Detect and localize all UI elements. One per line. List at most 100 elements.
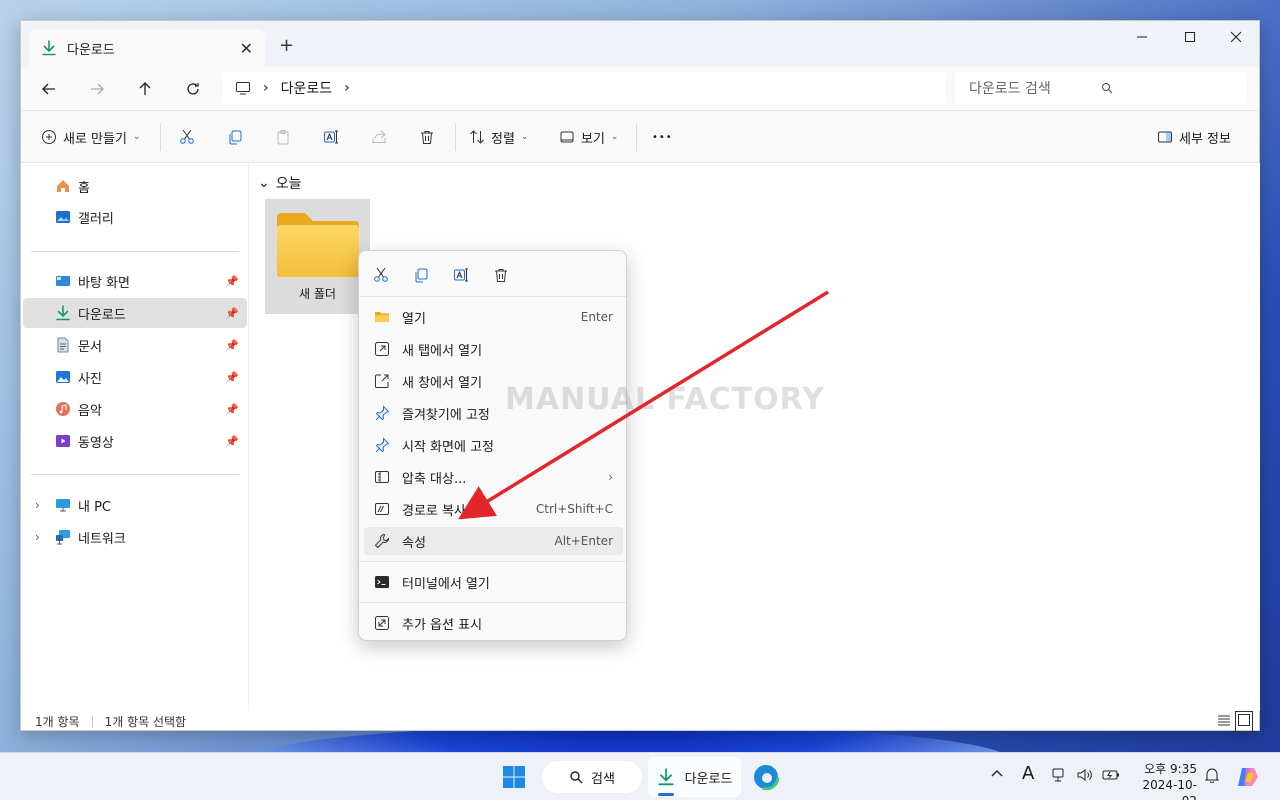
copy-icon (229, 130, 242, 145)
breadcrumb-chevron-icon[interactable]: › (263, 80, 269, 96)
menu-item-open-new-window[interactable]: 새 창에서 열기 (364, 367, 623, 395)
sort-icon (470, 130, 484, 144)
menu-item-open[interactable]: 열기 Enter (364, 303, 623, 331)
back-button[interactable] (33, 75, 65, 103)
menu-item-label: 새 탭에서 열기 (402, 343, 483, 359)
folder-name: 새 폴더 (299, 287, 336, 301)
menu-item-pin-quick-access[interactable]: 즐겨찾기에 고정 (364, 399, 623, 427)
copy-button[interactable] (409, 263, 433, 287)
search-input[interactable]: 다운로드 검색 (969, 78, 1101, 98)
pin-icon[interactable]: 📌 (225, 339, 239, 352)
pin-icon[interactable]: 📌 (225, 275, 239, 288)
music-icon (56, 402, 70, 416)
delete-button[interactable] (489, 263, 513, 287)
paste-button[interactable] (275, 121, 291, 153)
taskbar-app-explorer[interactable]: 다운로드 (648, 757, 741, 797)
rename-button[interactable] (323, 121, 339, 153)
chevron-up-icon (991, 770, 1003, 777)
maximize-button[interactable] (1167, 21, 1213, 53)
tab-downloads[interactable]: 다운로드 ✕ (29, 29, 265, 67)
address-bar[interactable]: › 다운로드 › (223, 72, 945, 104)
open-new-window-icon (375, 374, 389, 388)
battery-status[interactable] (1102, 767, 1120, 783)
sidebar-item-videos[interactable]: 동영상 📌 (23, 426, 247, 456)
sidebar-item-network[interactable]: › 네트워크 (23, 522, 247, 552)
breadcrumb-chevron-icon[interactable]: › (344, 80, 350, 96)
download-icon (56, 305, 70, 321)
menu-item-properties[interactable]: 속성 Alt+Enter (364, 527, 623, 555)
view-button[interactable]: 보기 ⌄ (559, 121, 618, 153)
details-view-button[interactable] (1217, 713, 1231, 730)
chevron-right-icon[interactable]: › (35, 530, 40, 544)
rename-button[interactable] (449, 263, 473, 287)
bell-icon (1205, 768, 1219, 783)
menu-item-label: 즐겨찾기에 고정 (402, 407, 490, 423)
notifications-button[interactable] (1205, 767, 1219, 783)
network-icon (56, 530, 70, 545)
sidebar-item-home[interactable]: 홈 (23, 171, 247, 201)
sort-button[interactable]: 정렬 ⌄ (469, 121, 528, 153)
cut-button[interactable] (179, 121, 195, 153)
close-window-button[interactable] (1213, 21, 1259, 53)
folder-item[interactable]: 새 폴더 (265, 199, 370, 314)
sidebar-item-desktop[interactable]: 바탕 화면 📌 (23, 266, 247, 296)
copy-button[interactable] (227, 121, 243, 153)
details-pane-button[interactable]: 세부 정보 (1157, 121, 1231, 153)
tray-overflow-button[interactable] (990, 767, 1004, 781)
download-icon (41, 40, 57, 56)
more-options-button[interactable]: ••• (652, 121, 673, 153)
pin-icon[interactable]: 📌 (225, 403, 239, 416)
sidebar-item-this-pc[interactable]: › 내 PC (23, 490, 247, 520)
network-status[interactable] (1050, 767, 1066, 783)
menu-item-copy-path[interactable]: 경로로 복사 Ctrl+Shift+C (364, 495, 623, 523)
minimize-button[interactable] (1119, 21, 1165, 53)
address-toolbar: › 다운로드 › 다운로드 검색 (21, 67, 1259, 111)
pin-icon[interactable]: 📌 (225, 435, 239, 448)
sidebar-item-documents[interactable]: 문서 📌 (23, 330, 247, 360)
clock[interactable]: 오후 9:35 2024-10-02 (1133, 761, 1197, 800)
pin-icon[interactable]: 📌 (225, 371, 239, 384)
share-button[interactable] (371, 121, 387, 153)
forward-button[interactable] (81, 75, 113, 103)
new-tab-button[interactable]: + (279, 35, 294, 56)
sidebar-item-downloads[interactable]: 다운로드 📌 (23, 298, 247, 328)
menu-item-label: 시작 화면에 고정 (402, 439, 494, 455)
menu-item-compress[interactable]: 압축 대상... › (364, 463, 623, 491)
chevron-right-icon[interactable]: › (35, 498, 40, 512)
item-count: 1개 항목 (35, 715, 80, 729)
menu-item-label: 추가 옵션 표시 (402, 617, 483, 633)
start-button[interactable] (502, 765, 526, 792)
tiles-view-button[interactable] (1235, 711, 1253, 732)
copilot-button[interactable] (1236, 765, 1260, 789)
refresh-button[interactable] (177, 75, 209, 103)
more-options-icon (375, 616, 389, 630)
breadcrumb-downloads[interactable]: 다운로드 (281, 78, 333, 98)
menu-item-label: 새 창에서 열기 (402, 375, 483, 391)
up-button[interactable] (129, 75, 161, 103)
menu-item-more-options[interactable]: 추가 옵션 표시 (364, 609, 623, 637)
menu-item-open-terminal[interactable]: 터미널에서 열기 (364, 568, 623, 596)
pin-icon[interactable]: 📌 (225, 307, 239, 320)
sidebar-item-music[interactable]: 음악 📌 (23, 394, 247, 424)
close-tab-icon[interactable]: ✕ (240, 39, 253, 58)
delete-button[interactable] (419, 121, 435, 153)
trash-icon (495, 269, 507, 282)
cut-button[interactable] (369, 263, 393, 287)
new-button[interactable]: 새로 만들기 ⌄ (41, 121, 140, 153)
tab-title: 다운로드 (67, 42, 115, 58)
volume-button[interactable] (1076, 767, 1094, 783)
menu-item-open-new-tab[interactable]: 새 탭에서 열기 (364, 335, 623, 363)
sidebar-item-pictures[interactable]: 사진 📌 (23, 362, 247, 392)
group-header-today[interactable]: ⌄ 오늘 (258, 173, 302, 193)
sidebar-item-gallery[interactable]: 갤러리 (23, 202, 247, 232)
chevron-right-icon: › (608, 470, 613, 484)
download-icon (657, 768, 674, 786)
clock-time: 오후 9:35 (1144, 762, 1197, 776)
menu-item-pin-start[interactable]: 시작 화면에 고정 (364, 431, 623, 459)
taskbar-app-edge[interactable] (752, 763, 780, 793)
divider (31, 251, 239, 252)
search-box[interactable]: 다운로드 검색 (955, 72, 1247, 104)
windows-logo-icon (503, 766, 525, 788)
ime-indicator[interactable]: A (1022, 763, 1034, 784)
taskbar-search[interactable]: 검색 (542, 761, 642, 793)
